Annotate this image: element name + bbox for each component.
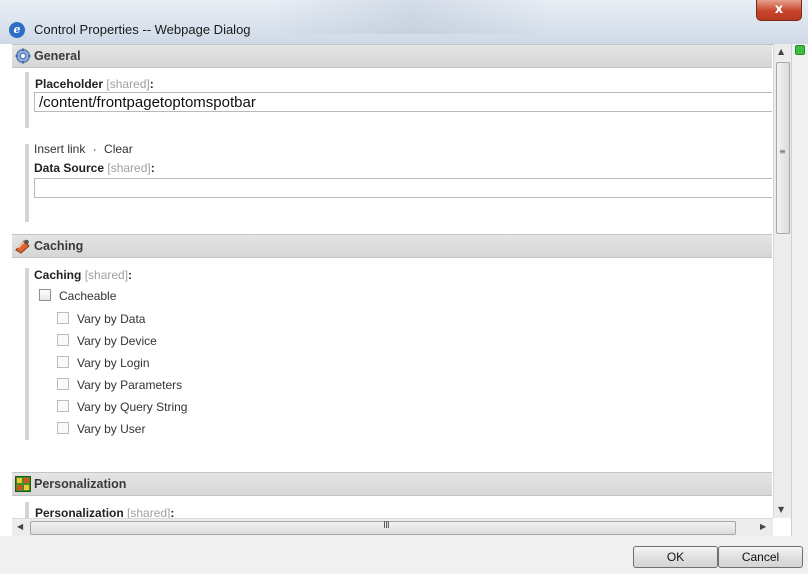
link-row: Insert link · Clear: [34, 142, 133, 156]
placeholder-input[interactable]: /content/frontpagetoptomspotbar: [34, 92, 772, 112]
vertical-scrollbar[interactable]: ▲ ≡ ▼: [773, 44, 791, 518]
scroll-right-arrow-icon[interactable]: ▶: [760, 522, 766, 531]
scroll-down-arrow-icon[interactable]: ▼: [778, 505, 784, 514]
section-title-caching: Caching: [34, 239, 84, 253]
gear-icon: [15, 48, 31, 64]
personalization-icon: [15, 476, 31, 492]
link-separator: ·: [92, 142, 97, 156]
title-bar-blur: [268, 0, 558, 34]
window-title: Control Properties -- Webpage Dialog: [34, 22, 251, 37]
properties-pane: General Placeholder [shared]: /content/f…: [12, 44, 772, 518]
field-group-bar: [25, 144, 29, 222]
horizontal-scrollbar[interactable]: ◀ III ▶: [12, 518, 773, 536]
section-header-personalization[interactable]: Personalization: [12, 472, 772, 496]
scroll-left-arrow-icon[interactable]: ◀: [17, 522, 23, 531]
scroll-grip-icon: III: [383, 520, 390, 531]
field-group-bar: [25, 502, 29, 518]
left-margin: [0, 44, 12, 536]
section-title-personalization: Personalization: [34, 477, 127, 491]
scroll-up-arrow-icon[interactable]: ▲: [778, 47, 784, 56]
datasource-input[interactable]: [34, 178, 772, 198]
placeholder-label: Placeholder [shared]:: [35, 77, 154, 91]
close-button[interactable]: x: [756, 0, 802, 21]
cacheable-label: Cacheable: [59, 289, 117, 303]
field-group-bar: [25, 268, 29, 440]
cancel-button[interactable]: Cancel: [718, 546, 803, 568]
scroll-grip-icon: ≡: [779, 147, 786, 156]
vary-by-device-checkbox[interactable]: [57, 334, 69, 346]
personalization-label: Personalization [shared]:: [35, 506, 175, 518]
datasource-label: Data Source [shared]:: [34, 161, 155, 175]
section-title-general: General: [34, 49, 81, 63]
right-edge-strip: [791, 44, 808, 574]
caching-label: Caching [shared]:: [34, 268, 133, 282]
vary-option-label: Vary by Login: [77, 356, 150, 370]
clear-link[interactable]: Clear: [104, 142, 133, 156]
ie-icon: e: [9, 22, 25, 38]
horizontal-scroll-thumb[interactable]: III: [30, 520, 736, 535]
vary-option-label: Vary by Parameters: [77, 378, 183, 392]
vary-option-label: Vary by Device: [77, 334, 157, 348]
vary-by-user-checkbox[interactable]: [57, 422, 69, 434]
caching-icon: [15, 239, 30, 254]
title-bar: e Control Properties -- Webpage Dialog x: [0, 0, 808, 45]
dialog-footer: OK Cancel: [0, 536, 808, 574]
section-header-caching[interactable]: Caching: [12, 234, 772, 258]
vary-by-data-checkbox[interactable]: [57, 312, 69, 324]
cacheable-checkbox[interactable]: [39, 289, 51, 301]
ok-button[interactable]: OK: [633, 546, 718, 568]
vary-option-label: Vary by Data: [77, 312, 146, 326]
vary-option-label: Vary by Query String: [77, 400, 188, 414]
vary-by-query-string-checkbox[interactable]: [57, 400, 69, 412]
field-group-bar: [25, 72, 29, 128]
status-indicator-icon: [795, 45, 805, 55]
insert-link[interactable]: Insert link: [34, 142, 85, 156]
vary-option-label: Vary by User: [77, 422, 146, 436]
section-header-general[interactable]: General: [12, 44, 772, 68]
vary-by-parameters-checkbox[interactable]: [57, 378, 69, 390]
vary-by-login-checkbox[interactable]: [57, 356, 69, 368]
